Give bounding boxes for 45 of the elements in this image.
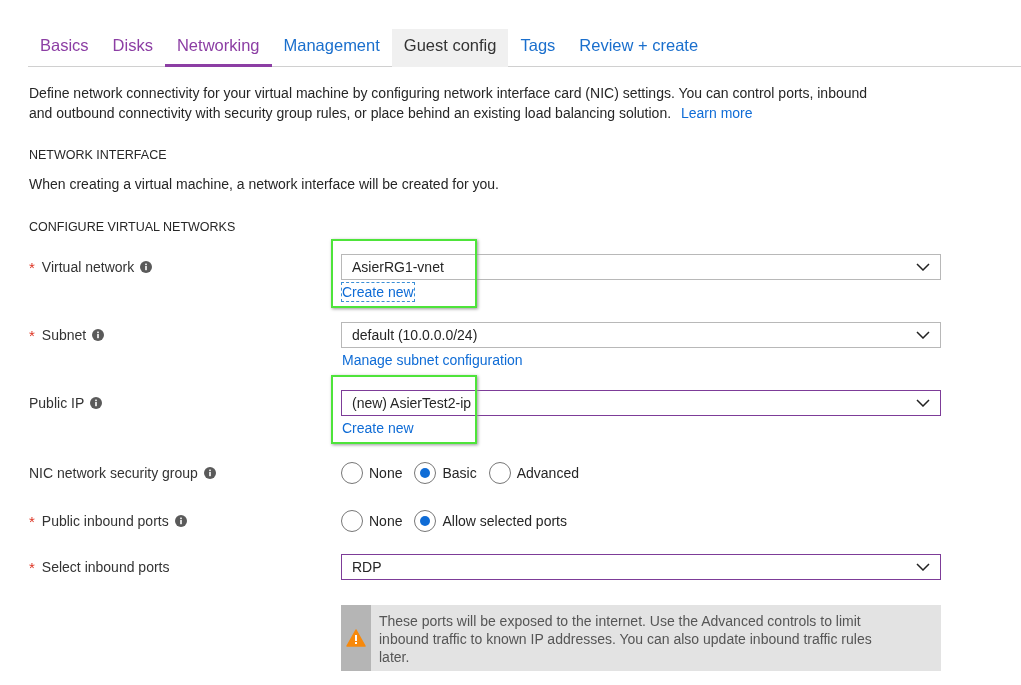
dropdown[interactable]: RDP — [341, 554, 941, 580]
info-icon[interactable] — [140, 261, 153, 273]
info-icon[interactable] — [174, 515, 187, 527]
section-heading: CONFIGURE VIRTUAL NETWORKS — [29, 220, 237, 234]
field-label: Subnet — [41, 327, 87, 343]
field-label: Public inbound ports — [41, 513, 169, 529]
required-mark: * — [29, 258, 35, 276]
description-text: Define network connectivity for your virtual machine by configuring network interface card (NIC) settings. You can control ports, inbound and outbound connectivity with security group rules, or place behind an existing load balancing solution. Learn more — [29, 84, 869, 123]
chevron-down-icon — [916, 263, 930, 271]
dropdown[interactable]: (new) AsierTest2-ip — [341, 390, 941, 416]
warning-text: These ports will be exposed to the internet. Use the Advanced controls to limit inbound traffic to known IP addresses. You can also update inbound traffic rules later. — [378, 612, 873, 667]
field-label: NIC network security group — [29, 465, 198, 481]
warning-icon — [346, 629, 366, 647]
tab[interactable]: Management — [271, 29, 392, 67]
radio-label[interactable]: None — [369, 513, 403, 529]
required-mark: * — [29, 512, 35, 530]
section-text: When creating a virtual machine, a network interface will be created for you. — [29, 176, 500, 192]
radio-label[interactable]: None — [369, 465, 403, 481]
field-label: Public IP — [29, 395, 85, 411]
info-icon[interactable] — [92, 329, 105, 341]
section-heading: NETWORK INTERFACE — [29, 148, 168, 162]
chevron-down-icon — [916, 563, 930, 571]
link[interactable]: Manage subnet configuration — [341, 350, 524, 370]
tab[interactable]: Networking — [164, 29, 272, 67]
tab[interactable]: Disks — [100, 29, 165, 67]
radio-label[interactable]: Advanced — [516, 465, 579, 481]
tab[interactable]: Guest config — [391, 29, 509, 67]
chevron-down-icon — [916, 331, 930, 339]
tab[interactable]: Tags — [508, 29, 568, 67]
tab[interactable]: Basics — [28, 29, 101, 67]
info-icon[interactable] — [203, 467, 216, 479]
required-mark: * — [29, 558, 35, 576]
field-label: Select inbound ports — [41, 559, 170, 575]
required-mark: * — [29, 326, 35, 344]
radio-label[interactable]: Basic — [442, 465, 477, 481]
chevron-down-icon — [916, 399, 930, 407]
dropdown[interactable]: default (10.0.0.0/24) — [341, 322, 941, 348]
radio-label[interactable]: Allow selected ports — [442, 513, 567, 529]
dropdown[interactable]: AsierRG1-vnet — [341, 254, 941, 280]
link[interactable]: Create new — [341, 282, 415, 302]
learn-more-link[interactable]: Learn more — [680, 105, 753, 121]
info-icon[interactable] — [90, 397, 103, 409]
field-label: Virtual network — [41, 259, 135, 275]
link[interactable]: Create new — [341, 418, 415, 438]
tab[interactable]: Review + create — [567, 29, 711, 67]
